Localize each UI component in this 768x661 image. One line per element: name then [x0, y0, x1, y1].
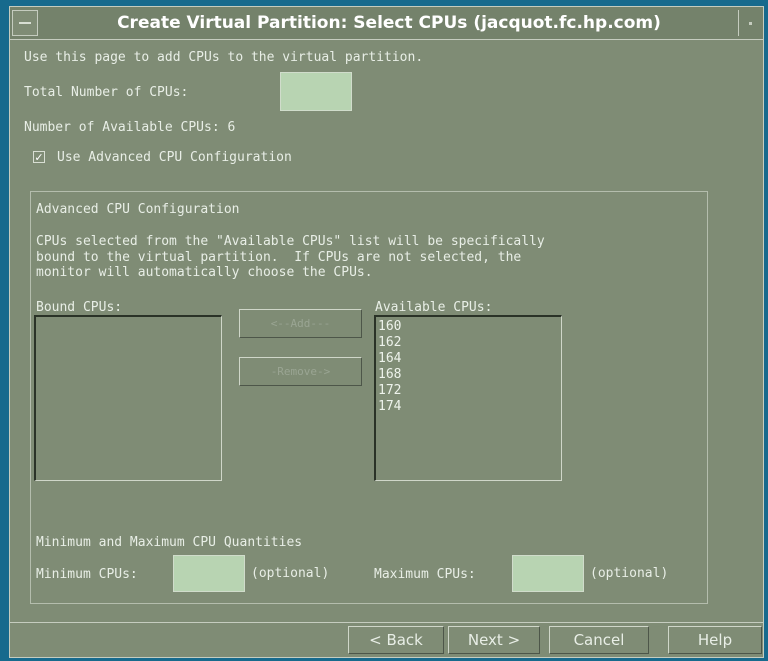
next-button[interactable]: Next >	[448, 626, 540, 654]
list-item[interactable]: 174	[376, 399, 561, 415]
min-cpus-input[interactable]	[173, 555, 245, 592]
available-cpus-list[interactable]: 160 162 164 168 172 174	[374, 315, 562, 481]
advanced-description-line-2: bound to the virtual partition. If CPUs …	[36, 250, 522, 265]
checkbox-check-icon: ✓	[34, 150, 44, 164]
total-cpus-label: Total Number of CPUs:	[24, 85, 189, 100]
advanced-description-line-3: monitor will automatically choose the CP…	[36, 265, 373, 280]
min-cpus-hint: (optional)	[251, 566, 330, 581]
minimize-icon	[749, 21, 752, 25]
min-cpus-label: Minimum CPUs:	[36, 567, 138, 582]
max-cpus-label: Maximum CPUs:	[374, 567, 476, 582]
bound-cpus-list[interactable]	[34, 315, 222, 481]
list-item[interactable]: 160	[376, 319, 561, 335]
total-cpus-input[interactable]	[280, 72, 352, 111]
window-menu-icon	[19, 22, 31, 24]
quantities-heading: Minimum and Maximum CPU Quantities	[36, 535, 303, 550]
list-item[interactable]: 172	[376, 383, 561, 399]
advanced-config-checkbox[interactable]: ✓	[33, 151, 45, 163]
list-item[interactable]: 162	[376, 335, 561, 351]
back-button[interactable]: < Back	[348, 626, 444, 654]
add-button[interactable]: <--Add---	[239, 309, 362, 338]
list-item[interactable]: 164	[376, 351, 561, 367]
minimize-button[interactable]	[738, 10, 762, 36]
window-title: Create Virtual Partition: Select CPUs (j…	[117, 13, 661, 33]
max-cpus-input[interactable]	[512, 555, 584, 592]
cancel-button[interactable]: Cancel	[549, 626, 649, 654]
max-cpus-hint: (optional)	[590, 566, 669, 581]
window-menu-button[interactable]	[12, 10, 38, 36]
advanced-description-line-1: CPUs selected from the "Available CPUs" …	[36, 234, 545, 249]
list-item[interactable]: 168	[376, 367, 561, 383]
bottom-separator	[9, 622, 764, 623]
intro-text: Use this page to add CPUs to the virtual…	[24, 50, 424, 65]
available-cpus-label: Available CPUs:	[375, 300, 493, 315]
bound-cpus-label: Bound CPUs:	[36, 300, 123, 315]
advanced-heading: Advanced CPU Configuration	[36, 202, 240, 217]
help-button[interactable]: Help	[668, 626, 762, 654]
remove-button[interactable]: -Remove->	[239, 357, 362, 386]
advanced-config-label: Use Advanced CPU Configuration	[57, 150, 292, 165]
available-cpus-count: Number of Available CPUs: 6	[24, 120, 236, 135]
